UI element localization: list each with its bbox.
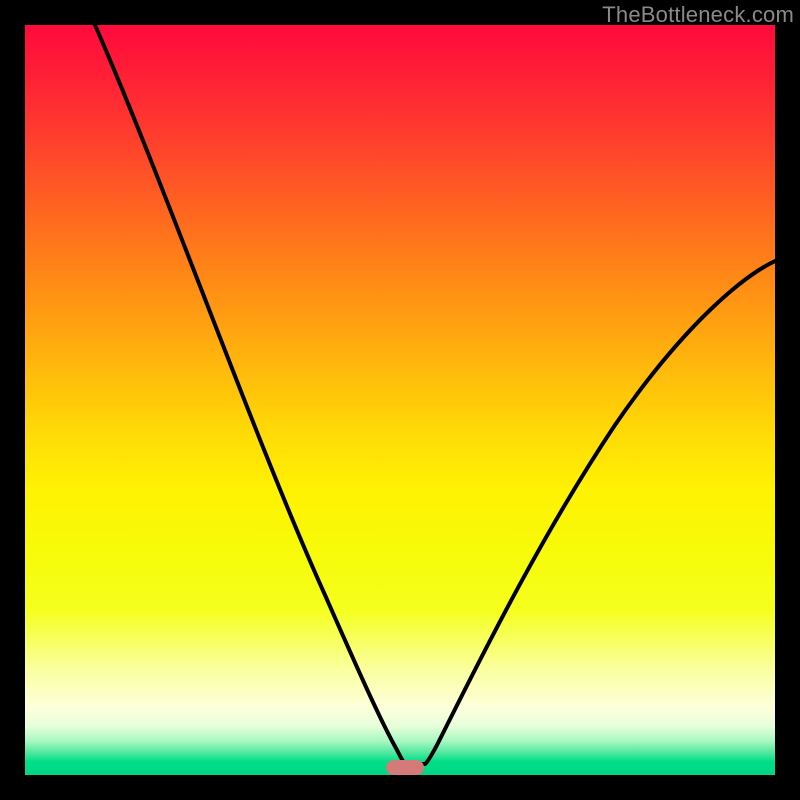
chart-frame: TheBottleneck.com [0, 0, 800, 800]
bottleneck-curve [25, 25, 775, 775]
optimal-marker [386, 760, 424, 775]
watermark-text: TheBottleneck.com [602, 2, 794, 28]
plot-area [25, 25, 775, 775]
curve-path [95, 25, 775, 764]
